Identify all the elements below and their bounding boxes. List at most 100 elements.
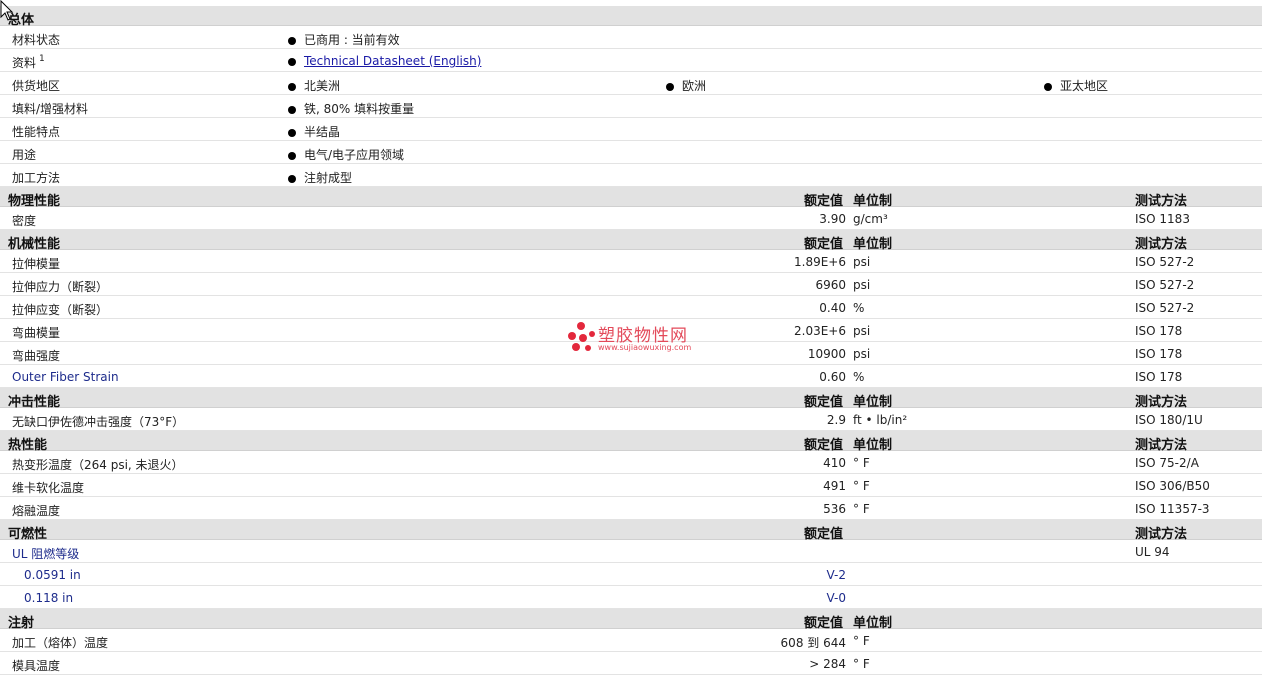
property-unit: % xyxy=(853,370,865,384)
property-test: ISO 178 xyxy=(1135,347,1183,361)
section-header-mechanical: 机械性能 额定值 单位制 测试方法 xyxy=(0,230,1262,252)
property-unit: ° F xyxy=(853,479,870,493)
property-test: UL 94 xyxy=(1135,545,1170,559)
property-row: 拉伸模量 1.89E+6 psi ISO 527-2 xyxy=(0,250,1262,273)
property-label: 熔融温度 xyxy=(12,504,61,518)
property-value: 3.90 xyxy=(819,212,846,226)
footnote-marker: 1 xyxy=(39,54,45,64)
mouse-cursor-icon xyxy=(0,0,14,21)
property-row: 模具温度 > 284 ° F xyxy=(0,652,1262,675)
property-unit: psi xyxy=(853,255,871,269)
section-header-injection: 注射 额定值 单位制 xyxy=(0,609,1262,631)
property-unit: psi xyxy=(853,278,871,292)
property-label: 弯曲强度 xyxy=(12,349,61,363)
bullet-icon xyxy=(288,82,296,91)
property-row: 热变形温度（264 psi, 未退火） 410 ° F ISO 75-2/A xyxy=(0,451,1262,474)
watermark-dots-icon xyxy=(568,322,595,351)
property-label: 密度 xyxy=(12,214,37,228)
property-label: 拉伸应力（断裂） xyxy=(12,280,109,294)
property-unit: ° F xyxy=(853,456,870,470)
section-header-thermal: 热性能 额定值 单位制 测试方法 xyxy=(0,431,1262,453)
bullet-item: 电气/电子应用领域 xyxy=(288,146,404,163)
watermark-url: www.sujiaowuxing.com xyxy=(598,343,692,352)
bullet-icon xyxy=(288,151,296,160)
property-test: ISO 75-2/A xyxy=(1135,456,1199,470)
bullet-item: 北美洲 xyxy=(288,77,340,94)
property-label: 0.118 in xyxy=(24,591,74,605)
bullet-icon xyxy=(288,36,296,45)
bullet-item: 欧洲 xyxy=(666,77,706,94)
property-row: 加工（熔体）温度 608 到 644 ° F xyxy=(0,629,1262,652)
row-label: 资料 1 xyxy=(12,54,45,70)
row-label: 供货地区 xyxy=(12,79,61,93)
bullet-item: 已商用 : 当前有效 xyxy=(288,31,400,48)
general-row: 资料 1 Technical Datasheet (English) xyxy=(0,49,1262,72)
general-row: 性能特点 半结晶 xyxy=(0,118,1262,141)
row-label: 材料状态 xyxy=(12,33,61,47)
general-row: 填料/增强材料 铁, 80% 填料按重量 xyxy=(0,95,1262,118)
property-row: 密度 3.90 g/cm³ ISO 1183 xyxy=(0,207,1262,230)
property-label: 0.0591 in xyxy=(24,568,81,582)
property-value: V-0 xyxy=(826,591,846,605)
property-value: V-2 xyxy=(826,568,846,582)
property-value: 2.9 xyxy=(826,413,846,427)
property-label: Outer Fiber Strain xyxy=(12,370,119,384)
bullet-item: 注射成型 xyxy=(288,169,352,186)
bullet-icon xyxy=(288,174,296,183)
property-label: 拉伸模量 xyxy=(12,257,61,271)
property-unit: ft • lb/in² xyxy=(853,413,908,427)
property-row: 拉伸应变（断裂） 0.40 % ISO 527-2 xyxy=(0,296,1262,319)
property-test: ISO 11357-3 xyxy=(1135,502,1210,516)
property-unit: % xyxy=(853,301,865,315)
row-label: 填料/增强材料 xyxy=(12,102,89,116)
bullet-icon xyxy=(666,82,674,91)
property-row: Outer Fiber Strain 0.60 % ISO 178 xyxy=(0,365,1262,388)
property-test: ISO 306/B50 xyxy=(1135,479,1210,493)
general-row: 供货地区 北美洲 欧洲 亚太地区 xyxy=(0,72,1262,95)
bullet-item: Technical Datasheet (English) xyxy=(288,54,481,68)
bullet-icon xyxy=(288,128,296,137)
property-unit: ° F xyxy=(853,657,870,671)
property-test: ISO 178 xyxy=(1135,370,1183,384)
general-row: 材料状态 已商用 : 当前有效 xyxy=(0,26,1262,49)
section-header-general: 总体 xyxy=(0,6,1262,28)
property-row: 无缺口伊佐德冲击强度（73°F） 2.9 ft • lb/in² ISO 180… xyxy=(0,408,1262,431)
watermark: 塑胶物性网 www.sujiaowuxing.com xyxy=(568,321,698,357)
property-value: 10900 xyxy=(807,347,846,361)
property-label: 弯曲模量 xyxy=(12,326,61,340)
property-label: 无缺口伊佐德冲击强度（73°F） xyxy=(12,415,185,429)
property-test: ISO 527-2 xyxy=(1135,301,1195,315)
section-header-impact: 冲击性能 额定值 单位制 测试方法 xyxy=(0,388,1262,410)
property-unit: g/cm³ xyxy=(853,212,888,226)
property-value: 1.89E+6 xyxy=(794,255,846,269)
property-unit: psi xyxy=(853,347,871,361)
property-value: 536 xyxy=(823,502,846,516)
property-row: 0.0591 in V-2 xyxy=(0,563,1262,586)
property-row: 维卡软化温度 491 ° F ISO 306/B50 xyxy=(0,474,1262,497)
property-row: 熔融温度 536 ° F ISO 11357-3 xyxy=(0,497,1262,520)
row-label: 加工方法 xyxy=(12,171,61,185)
property-value: 2.03E+6 xyxy=(794,324,846,338)
property-label: 加工（熔体）温度 xyxy=(12,636,109,650)
bullet-item: 亚太地区 xyxy=(1044,77,1108,94)
property-test: ISO 527-2 xyxy=(1135,278,1195,292)
general-row: 用途 电气/电子应用领域 xyxy=(0,141,1262,164)
property-value: 410 xyxy=(823,456,846,470)
section-header-physical: 物理性能 额定值 单位制 测试方法 xyxy=(0,187,1262,209)
property-label: 热变形温度（264 psi, 未退火） xyxy=(12,458,184,472)
property-value: > 284 xyxy=(809,657,846,671)
section-header-flammability: 可燃性 额定值 测试方法 xyxy=(0,520,1262,542)
property-unit: ° F xyxy=(853,502,870,516)
property-label: 维卡软化温度 xyxy=(12,481,85,495)
property-row: 拉伸应力（断裂） 6960 psi ISO 527-2 xyxy=(0,273,1262,296)
bullet-item: 半结晶 xyxy=(288,123,340,140)
row-label: 性能特点 xyxy=(12,125,61,139)
property-label: 拉伸应变（断裂） xyxy=(12,303,109,317)
property-value: 0.40 xyxy=(819,301,846,315)
bullet-item: 铁, 80% 填料按重量 xyxy=(288,100,414,117)
property-label: 模具温度 xyxy=(12,659,61,673)
property-test: ISO 178 xyxy=(1135,324,1183,338)
general-row: 加工方法 注射成型 xyxy=(0,164,1262,187)
technical-datasheet-link[interactable]: Technical Datasheet (English) xyxy=(304,54,481,68)
property-test: ISO 527-2 xyxy=(1135,255,1195,269)
